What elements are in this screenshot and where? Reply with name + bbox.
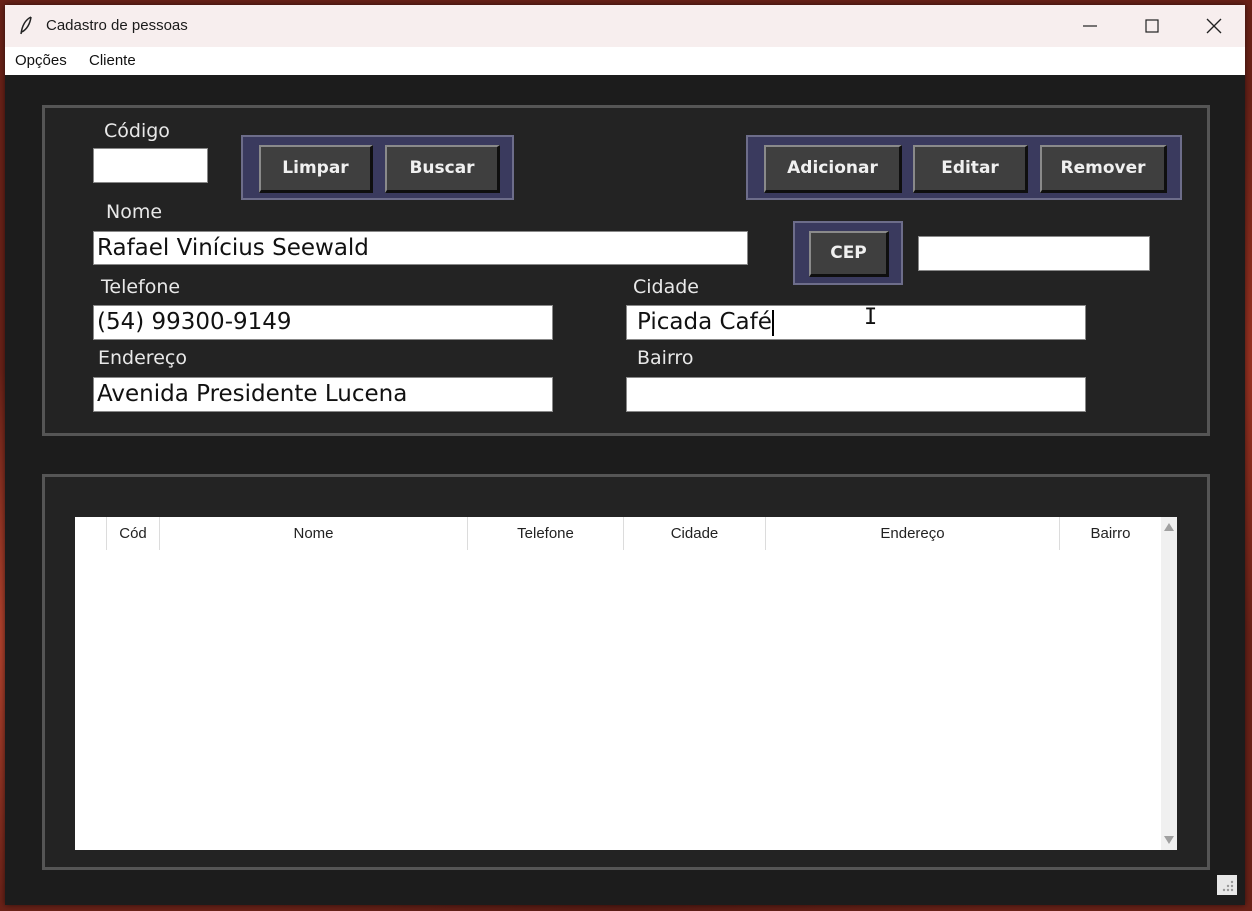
column-header-cod[interactable]: Cód [107, 517, 160, 550]
limpar-button[interactable]: Limpar [259, 145, 373, 193]
bairro-label: Bairro [637, 347, 694, 369]
buscar-button[interactable]: Buscar [385, 145, 500, 193]
resize-grip-icon[interactable] [1217, 875, 1237, 895]
text-caret [772, 310, 774, 336]
scroll-down-icon[interactable] [1164, 836, 1174, 844]
nome-input[interactable]: Rafael Vinícius Seewald [93, 231, 748, 265]
close-icon [1206, 18, 1222, 34]
menu-cliente[interactable]: Cliente [89, 47, 136, 75]
nome-label: Nome [106, 201, 163, 223]
column-header-cidade[interactable]: Cidade [624, 517, 766, 550]
endereco-input[interactable]: Avenida Presidente Lucena [93, 377, 553, 412]
clients-table[interactable]: Cód Nome Telefone Cidade Endereço Bairro [75, 517, 1177, 850]
action-button-group: Adicionar Editar Remover [746, 135, 1182, 200]
search-button-group: Limpar Buscar [241, 135, 514, 200]
telefone-label: Telefone [101, 276, 181, 298]
maximize-icon [1145, 19, 1159, 33]
feather-icon [19, 16, 35, 36]
editar-button[interactable]: Editar [913, 145, 1028, 193]
scroll-up-icon[interactable] [1164, 523, 1174, 531]
minimize-button[interactable] [1059, 5, 1121, 47]
menu-opcoes[interactable]: Opções [15, 47, 67, 75]
cep-button[interactable]: CEP [809, 231, 889, 277]
cidade-label: Cidade [633, 276, 699, 298]
window-title: Cadastro de pessoas [46, 17, 188, 34]
cep-button-group: CEP [793, 221, 903, 285]
column-header-nome[interactable]: Nome [160, 517, 468, 550]
column-header-bairro[interactable]: Bairro [1060, 517, 1161, 550]
adicionar-button[interactable]: Adicionar [764, 145, 902, 193]
endereco-label: Endereço [98, 347, 187, 369]
close-button[interactable] [1183, 5, 1245, 47]
bairro-input[interactable] [626, 377, 1086, 412]
remover-button[interactable]: Remover [1040, 145, 1167, 193]
column-header-index[interactable] [75, 517, 107, 550]
ibeam-cursor-icon: I [864, 305, 878, 330]
column-header-endereco[interactable]: Endereço [766, 517, 1060, 550]
codigo-input[interactable] [93, 148, 208, 183]
telefone-input[interactable]: (54) 99300-9149 [93, 305, 553, 340]
codigo-label: Código [104, 120, 170, 142]
menu-bar: Opções Cliente [5, 47, 1245, 75]
maximize-button[interactable] [1121, 5, 1183, 47]
minimize-icon [1083, 25, 1097, 27]
table-scrollbar[interactable] [1161, 517, 1177, 850]
cidade-input[interactable]: Picada Café [626, 305, 1086, 340]
title-bar[interactable]: Cadastro de pessoas [5, 5, 1245, 47]
cep-input[interactable] [918, 236, 1150, 271]
column-header-telefone[interactable]: Telefone [468, 517, 624, 550]
app-window: Cadastro de pessoas Opções Cliente Códig… [5, 5, 1245, 905]
